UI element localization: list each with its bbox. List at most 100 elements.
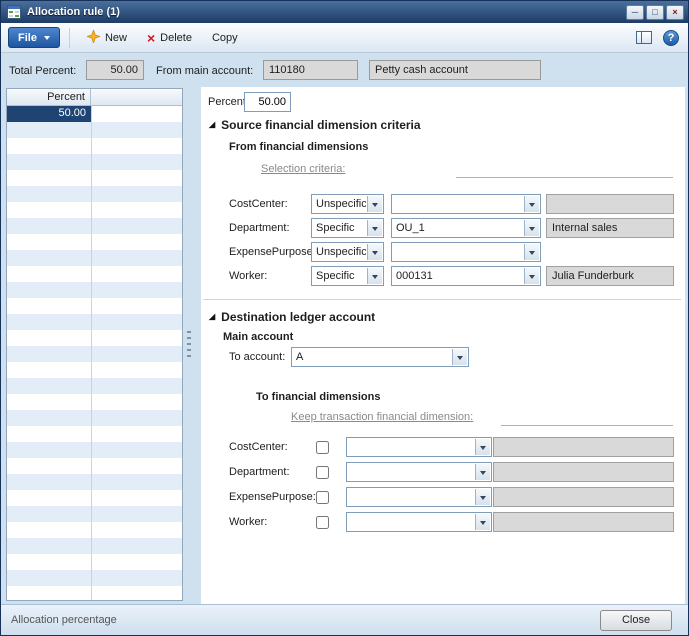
dest-expensepurpose-display [493, 487, 674, 507]
percent-column-header[interactable]: Percent [7, 89, 91, 105]
source-expensepurpose-value-select[interactable] [391, 242, 541, 262]
splitter-grip[interactable] [187, 331, 191, 357]
combo-value: 000131 [392, 267, 523, 283]
dest-expensepurpose-checkbox[interactable] [316, 491, 329, 504]
from-main-account-field: 110180 [263, 60, 358, 80]
help-button[interactable]: ? [661, 28, 681, 48]
titlebar-close-button[interactable]: × [666, 5, 684, 20]
help-icon: ? [663, 30, 679, 46]
toolbar-right: ? [634, 28, 681, 48]
source-department-value-select[interactable]: OU_1 [391, 218, 541, 238]
combo-value: Unspecific [312, 195, 366, 211]
dropdown-arrow-icon [475, 439, 490, 455]
detail-panel: Percent: ◢ Source financial dimension cr… [201, 87, 685, 605]
grid-selected-cell[interactable]: 50.00 [7, 106, 91, 122]
close-button[interactable]: Close [600, 610, 672, 631]
section-expanded-icon: ◢ [209, 312, 215, 322]
dropdown-arrow-icon [524, 268, 539, 284]
source-costcenter-value-select[interactable] [391, 194, 541, 214]
delete-button-label: Delete [160, 32, 192, 44]
copy-button[interactable]: Copy [204, 27, 246, 49]
dest-expensepurpose-select[interactable] [346, 487, 492, 507]
dropdown-arrow-icon [367, 244, 382, 260]
dest-worker-display [493, 512, 674, 532]
chevron-down-icon [44, 36, 50, 43]
combo-value: OU_1 [392, 219, 523, 235]
dest-costcenter-label: CostCenter: [229, 437, 288, 457]
grid-body[interactable]: 50.00 [7, 106, 182, 600]
delete-icon: × [147, 32, 155, 44]
combo-value [347, 438, 474, 454]
source-worker-criteria-select[interactable]: Specific [311, 266, 384, 286]
combo-value: Specific [312, 267, 366, 283]
dest-worker-select[interactable] [346, 512, 492, 532]
selection-criteria-line [456, 177, 673, 178]
window-controls: ─ □ × [626, 5, 684, 20]
status-text: Allocation percentage [11, 614, 117, 626]
combo-value [392, 195, 523, 211]
source-department-display: Internal sales [546, 218, 674, 238]
combo-value [347, 488, 474, 504]
source-worker-value-select[interactable]: 000131 [391, 266, 541, 286]
dropdown-arrow-icon [524, 220, 539, 236]
dest-costcenter-select[interactable] [346, 437, 492, 457]
delete-button[interactable]: × Delete [139, 27, 200, 49]
source-worker-label: Worker: [229, 266, 267, 286]
status-bar: Allocation percentage Close [1, 604, 688, 635]
file-menu-button[interactable]: File [8, 27, 60, 48]
file-menu-label: File [18, 32, 37, 44]
header-band: Total Percent: 50.00 From main account: … [1, 53, 688, 87]
combo-value [347, 513, 474, 529]
dropdown-arrow-icon [475, 514, 490, 530]
source-department-criteria-select[interactable]: Specific [311, 218, 384, 238]
from-main-account-label: From main account: [156, 63, 253, 79]
grid-header: Percent [7, 89, 182, 106]
source-costcenter-criteria-select[interactable]: Unspecific [311, 194, 384, 214]
dest-department-checkbox[interactable] [316, 466, 329, 479]
account-name-field: Petty cash account [369, 60, 541, 80]
source-section-header[interactable]: ◢ Source financial dimension criteria [209, 117, 421, 133]
to-account-label: To account: [229, 347, 285, 367]
dest-department-display [493, 462, 674, 482]
dest-costcenter-display [493, 437, 674, 457]
minimize-button[interactable]: ─ [626, 5, 644, 20]
percent-grid: Percent 50.00 [6, 88, 183, 601]
source-department-label: Department: [229, 218, 290, 238]
combo-value [347, 463, 474, 479]
dest-worker-checkbox[interactable] [316, 516, 329, 529]
selection-criteria-label: Selection criteria: [261, 159, 345, 179]
new-button[interactable]: New [79, 27, 135, 49]
new-icon [87, 30, 100, 46]
section-expanded-icon: ◢ [209, 120, 215, 130]
dropdown-arrow-icon [524, 196, 539, 212]
grid-column-divider [91, 106, 92, 600]
main-account-label: Main account [223, 327, 293, 347]
total-percent-field: 50.00 [86, 60, 144, 80]
dropdown-arrow-icon [524, 244, 539, 260]
window-icon [7, 5, 21, 19]
keep-transaction-line [501, 425, 673, 426]
dest-costcenter-checkbox[interactable] [316, 441, 329, 454]
dropdown-arrow-icon [475, 464, 490, 480]
source-expensepurpose-criteria-select[interactable]: Unspecific [311, 242, 384, 262]
dest-department-label: Department: [229, 462, 290, 482]
combo-value: Unspecific [312, 243, 366, 259]
dropdown-arrow-icon [367, 220, 382, 236]
destination-section-header[interactable]: ◢ Destination ledger account [209, 309, 375, 325]
new-button-label: New [105, 32, 127, 44]
dropdown-arrow-icon [367, 196, 382, 212]
layout-button[interactable] [634, 29, 654, 46]
keep-transaction-dimension-label: Keep transaction financial dimension: [291, 407, 473, 427]
maximize-button[interactable]: □ [646, 5, 664, 20]
to-account-select[interactable]: A [291, 347, 469, 367]
percent-label: Percent: [208, 92, 249, 112]
dest-expensepurpose-label: ExpensePurpose: [229, 487, 316, 507]
to-financial-dimensions-label: To financial dimensions [256, 387, 380, 407]
allocation-rule-window: Allocation rule (1) ─ □ × File New × Del… [0, 0, 689, 636]
layout-icon [636, 31, 652, 44]
dest-department-select[interactable] [346, 462, 492, 482]
source-expensepurpose-label: ExpensePurpose: [229, 242, 316, 262]
total-percent-label: Total Percent: [9, 63, 76, 79]
percent-input[interactable] [244, 92, 291, 112]
dest-worker-label: Worker: [229, 512, 267, 532]
